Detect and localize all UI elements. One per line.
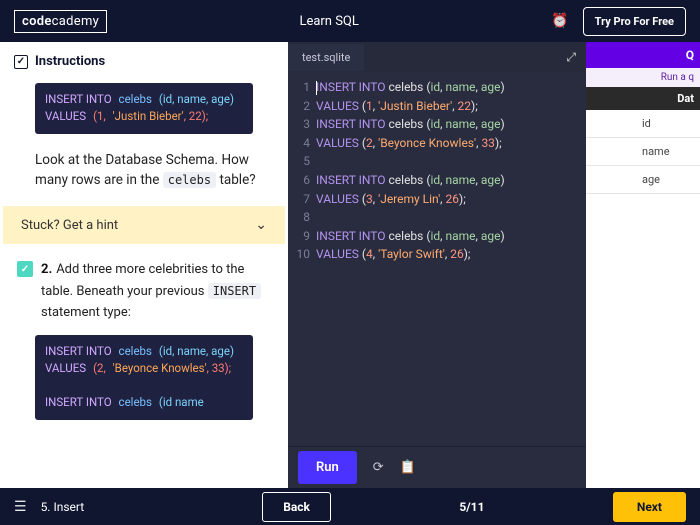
step-body: Add three more celebrities to the table.…	[41, 262, 261, 320]
bottom-nav: ☰ 5. Insert Back 5/11 Next	[0, 488, 700, 525]
schema-header: Dat	[586, 87, 700, 110]
instruction-step-2: ✓ 2. Add three more celebrities to the t…	[3, 244, 285, 329]
run-button[interactable]: Run	[298, 451, 357, 484]
code-body[interactable]: INSERT INTO celebs (id, name, age) VALUE…	[316, 78, 505, 446]
instructions-heading: Instructions	[35, 54, 105, 69]
instructions-check-icon: ✓	[14, 55, 28, 69]
sample-code-block-1: INSERT INTO celebs (id, name, age) VALUE…	[35, 83, 253, 134]
inline-code-insert: INSERT	[208, 283, 261, 299]
reset-icon[interactable]: ⟳	[373, 460, 384, 475]
step-number: 2.	[41, 262, 52, 277]
menu-icon[interactable]: ☰	[14, 499, 27, 515]
instructions-scroll[interactable]: INSERT INTO celebs (id, name, age) VALUE…	[0, 77, 288, 488]
try-pro-button[interactable]: Try Pro For Free	[583, 7, 686, 36]
logo-text-a: code	[22, 14, 52, 29]
query-header: Q	[586, 42, 700, 68]
expand-icon[interactable]: ⤢	[556, 50, 586, 65]
alarm-icon[interactable]: ⏰	[551, 13, 568, 29]
schema-col-age: age	[586, 166, 700, 194]
query-panel: Q Run a q Dat id name age	[586, 42, 700, 488]
schema-col-id: id	[586, 110, 700, 138]
chevron-down-icon: ⌄	[255, 217, 267, 233]
code-editor-panel: test.sqlite ⤢ 12345678910 INSERT INTO ce…	[288, 42, 586, 488]
step-checkbox-icon: ✓	[17, 261, 33, 277]
logo[interactable]: codecademy	[14, 10, 107, 33]
inline-code-celebs: celebs	[163, 172, 216, 188]
top-bar: codecademy Learn SQL ⏰ Try Pro For Free	[0, 0, 700, 42]
editor-tab[interactable]: test.sqlite	[288, 44, 364, 71]
line-gutter: 12345678910	[288, 78, 316, 446]
back-button[interactable]: Back	[262, 492, 331, 522]
instruction-paragraph: Look at the Database Schema. How many ro…	[3, 146, 285, 201]
instructions-panel: ✓ Instructions INSERT INTO celebs (id, n…	[0, 42, 288, 488]
logo-text-b: cademy	[52, 14, 99, 29]
top-right-group: ⏰ Try Pro For Free	[551, 7, 686, 36]
sample-code-block-2: INSERT INTO celebs (id, name, age) VALUE…	[35, 335, 253, 420]
hint-toggle[interactable]: Stuck? Get a hint ⌄	[3, 206, 285, 244]
instructions-header: ✓ Instructions	[0, 42, 288, 77]
run-toolbar: Run ⟳ 📋	[288, 446, 586, 488]
code-editor[interactable]: 12345678910 INSERT INTO celebs (id, name…	[288, 72, 586, 446]
copy-icon[interactable]: 📋	[400, 460, 416, 475]
schema-col-name: name	[586, 138, 700, 166]
hint-label: Stuck? Get a hint	[21, 218, 118, 233]
progress-indicator: 5/11	[459, 500, 484, 514]
query-subheader: Run a q	[586, 68, 700, 87]
lesson-title: Learn SQL	[299, 14, 358, 29]
editor-tabs: test.sqlite ⤢	[288, 42, 586, 72]
next-button[interactable]: Next	[613, 492, 686, 522]
lesson-step-label: 5. Insert	[41, 500, 85, 514]
